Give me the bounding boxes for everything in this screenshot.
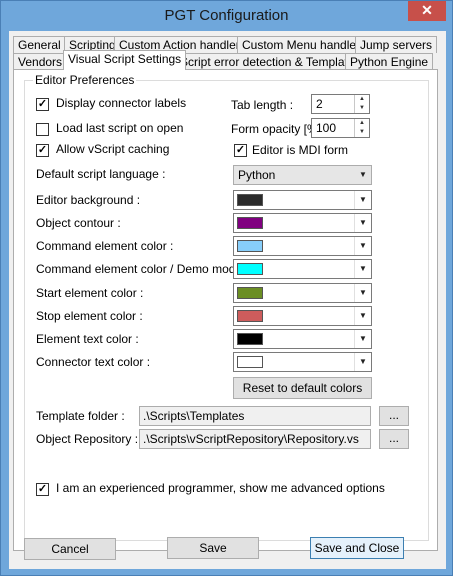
tab-panel: SOFTPEDIA Editor Preferences ✓ Display c… xyxy=(13,69,438,551)
tab-custom-menu-handlers[interactable]: Custom Menu handlers xyxy=(237,36,372,53)
close-icon[interactable]: ✕ xyxy=(408,1,446,21)
color-swatch-icon xyxy=(237,333,263,345)
checkmark-icon: ✓ xyxy=(37,144,48,156)
spin-up-icon[interactable]: ▲ xyxy=(355,119,369,128)
spinner-arrows[interactable]: ▲ ▼ xyxy=(354,119,369,137)
color-label-command-element: Command element color : xyxy=(36,239,174,253)
editor-mdi-label: Editor is MDI form xyxy=(252,143,349,157)
color-select-element-text[interactable]: ▼ xyxy=(233,329,372,349)
object-repository-field[interactable]: .\Scripts\vScriptRepository\Repository.v… xyxy=(139,429,371,449)
color-swatch-icon xyxy=(237,310,263,322)
object-repository-label: Object Repository : xyxy=(36,432,139,446)
spin-down-icon[interactable]: ▼ xyxy=(355,104,369,113)
chevron-down-icon[interactable]: ▼ xyxy=(354,237,371,255)
editor-mdi-checkbox[interactable]: ✓ xyxy=(234,144,247,157)
color-label-object-contour: Object contour : xyxy=(36,216,121,230)
form-opacity-spinner[interactable]: 100 ▲ ▼ xyxy=(311,118,370,138)
advanced-options-checkbox[interactable]: ✓ xyxy=(36,483,49,496)
tab-length-spinner[interactable]: 2 ▲ ▼ xyxy=(311,94,370,114)
default-language-select[interactable]: Python ▼ xyxy=(233,165,372,185)
client-area: General Scripting Custom Action handlers… xyxy=(9,31,446,569)
form-opacity-value: 100 xyxy=(316,121,337,135)
browse-object-repository-button[interactable]: ... xyxy=(379,429,409,449)
chevron-down-icon[interactable]: ▼ xyxy=(354,284,371,302)
checkmark-icon: ✓ xyxy=(235,144,246,156)
default-language-value: Python xyxy=(238,168,276,182)
color-select-command-element[interactable]: ▼ xyxy=(233,236,372,256)
config-window: PGT Configuration ✕ General Scripting Cu… xyxy=(0,0,453,576)
chevron-down-icon[interactable]: ▼ xyxy=(354,307,371,325)
color-swatch-icon xyxy=(237,217,263,229)
color-select-command-element-demo[interactable]: ▼ xyxy=(233,259,372,279)
chevron-down-icon[interactable]: ▼ xyxy=(354,260,371,278)
spin-down-icon[interactable]: ▼ xyxy=(355,128,369,137)
color-label-stop-element: Stop element color : xyxy=(36,309,143,323)
checkmark-icon: ✓ xyxy=(37,483,48,495)
allow-vscript-caching-checkbox[interactable]: ✓ xyxy=(36,144,49,157)
chevron-down-icon[interactable]: ▼ xyxy=(355,166,371,184)
tab-length-label: Tab length : xyxy=(231,98,294,112)
group-title: Editor Preferences xyxy=(33,73,137,87)
tab-general[interactable]: General xyxy=(13,36,66,53)
reset-colors-button[interactable]: Reset to default colors xyxy=(233,377,372,399)
color-label-editor-background: Editor background : xyxy=(36,193,141,207)
checkmark-icon: ✓ xyxy=(37,98,48,110)
cancel-button[interactable]: Cancel xyxy=(24,538,116,560)
window-title: PGT Configuration xyxy=(164,7,289,24)
template-folder-label: Template folder : xyxy=(36,409,125,423)
load-last-script-label: Load last script on open xyxy=(56,121,184,135)
advanced-options-label: I am an experienced programmer, show me … xyxy=(56,481,385,495)
chevron-down-icon[interactable]: ▼ xyxy=(354,330,371,348)
browse-template-folder-button[interactable]: ... xyxy=(379,406,409,426)
chevron-down-icon[interactable]: ▼ xyxy=(354,214,371,232)
load-last-script-checkbox[interactable] xyxy=(36,123,49,136)
color-swatch-icon xyxy=(237,263,263,275)
default-language-label: Default script language : xyxy=(36,167,166,181)
display-connector-labels-label: Display connector labels xyxy=(56,96,187,110)
allow-vscript-caching-label: Allow vScript caching xyxy=(56,142,170,156)
template-folder-field[interactable]: .\Scripts\Templates xyxy=(139,406,371,426)
tab-length-value: 2 xyxy=(316,97,323,111)
chevron-down-icon[interactable]: ▼ xyxy=(354,353,371,371)
color-swatch-icon xyxy=(237,356,263,368)
color-select-connector-text[interactable]: ▼ xyxy=(233,352,372,372)
tab-visual-script-settings[interactable]: Visual Script Settings xyxy=(63,50,187,70)
tab-jump-servers[interactable]: Jump servers xyxy=(355,36,438,53)
color-select-editor-background[interactable]: ▼ xyxy=(233,190,372,210)
color-label-start-element: Start element color : xyxy=(36,286,144,300)
spinner-arrows[interactable]: ▲ ▼ xyxy=(354,95,369,113)
save-button[interactable]: Save xyxy=(167,537,259,559)
color-select-stop-element[interactable]: ▼ xyxy=(233,306,372,326)
color-label-connector-text: Connector text color : xyxy=(36,355,151,369)
tab-python-engine[interactable]: Python Engine xyxy=(345,53,434,70)
display-connector-labels-checkbox[interactable]: ✓ xyxy=(36,98,49,111)
save-and-close-button[interactable]: Save and Close xyxy=(310,537,404,559)
color-swatch-icon xyxy=(237,194,263,206)
color-swatch-icon xyxy=(237,240,263,252)
color-select-start-element[interactable]: ▼ xyxy=(233,283,372,303)
tab-script-error-detection[interactable]: Script error detection & Templates xyxy=(175,53,366,70)
color-select-object-contour[interactable]: ▼ xyxy=(233,213,372,233)
chevron-down-icon[interactable]: ▼ xyxy=(354,191,371,209)
color-label-element-text: Element text color : xyxy=(36,332,139,346)
editor-preferences-group: Editor Preferences ✓ Display connector l… xyxy=(24,73,429,541)
tab-vendors[interactable]: Vendors xyxy=(13,53,68,70)
color-label-command-element-demo: Command element color / Demo mode : xyxy=(36,262,249,276)
spin-up-icon[interactable]: ▲ xyxy=(355,95,369,104)
color-swatch-icon xyxy=(237,287,263,299)
